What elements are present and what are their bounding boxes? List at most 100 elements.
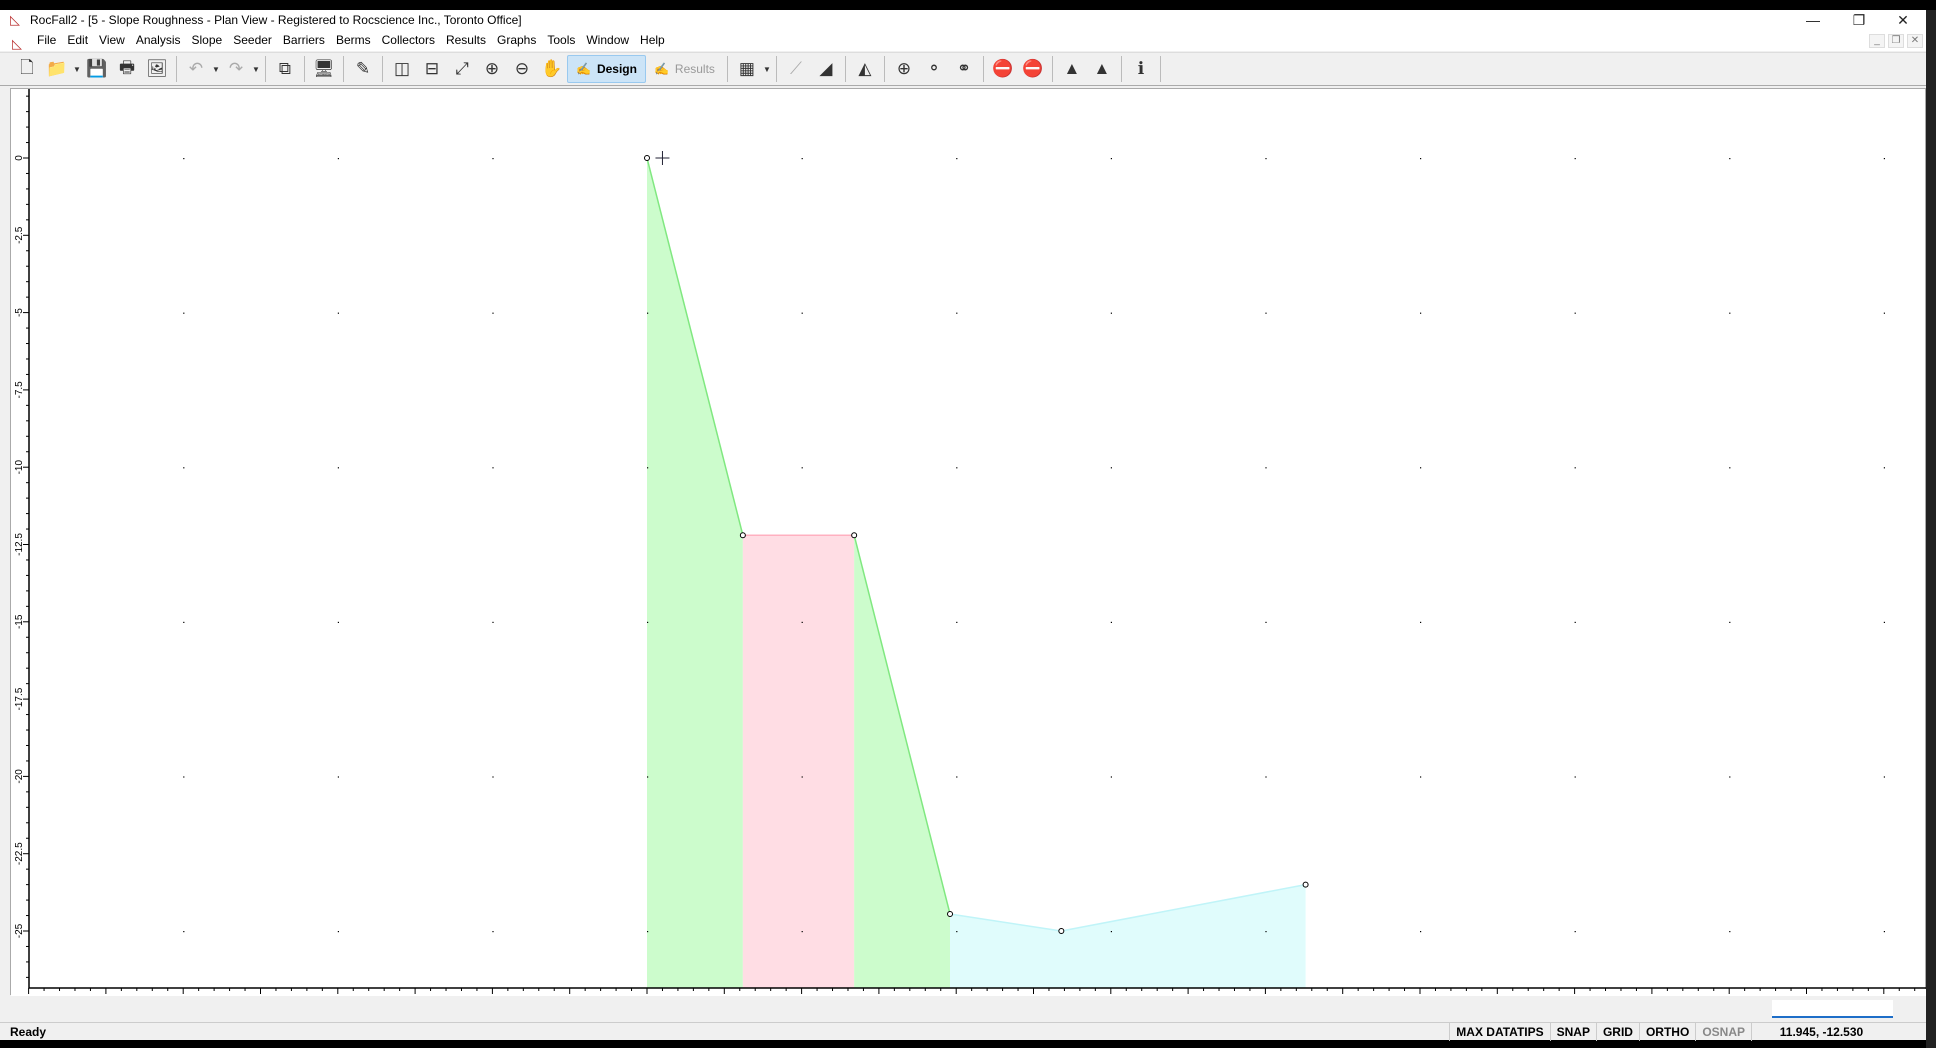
- dropdown-arrow-icon[interactable]: ▼: [72, 65, 82, 74]
- menu-view[interactable]: View: [93, 30, 130, 51]
- add-barrier-icon[interactable]: ⛔: [988, 55, 1018, 83]
- zoom-in-icon[interactable]: ⊕: [477, 55, 507, 83]
- menu-results[interactable]: Results: [440, 30, 491, 51]
- menu-slope[interactable]: Slope: [186, 30, 228, 51]
- menu-graphs[interactable]: Graphs: [491, 30, 541, 51]
- status-osnap[interactable]: OSNAP: [1695, 1023, 1751, 1041]
- slope-vertex[interactable]: [851, 532, 858, 539]
- grid-dot: [492, 931, 494, 933]
- grid-dot: [1883, 467, 1885, 469]
- add-line-seeder-icon[interactable]: ⚬: [919, 55, 949, 83]
- mode-switcher: ✍ Design ✍ Results: [567, 55, 723, 83]
- dropdown-arrow-icon[interactable]: ▼: [762, 65, 772, 74]
- edit-barrier-icon[interactable]: ⛔: [1018, 55, 1048, 83]
- toolbar-separator: [1120, 56, 1122, 82]
- menu-barriers[interactable]: Barriers: [277, 30, 330, 51]
- tile-horizontal-icon[interactable]: ⊟: [417, 55, 447, 83]
- slope-vertex[interactable]: [644, 155, 650, 161]
- menu-tools[interactable]: Tools: [541, 30, 580, 51]
- toolbar-separator: [265, 56, 266, 82]
- mdi-close-button[interactable]: ✕: [1907, 34, 1923, 48]
- menu-collectors[interactable]: Collectors: [376, 30, 440, 51]
- menu-help[interactable]: Help: [634, 30, 670, 51]
- tile-vertical-icon[interactable]: ◫: [387, 55, 417, 83]
- grid-dot: [1729, 621, 1731, 623]
- calculator-icon[interactable]: ▦: [732, 55, 762, 83]
- grid-dot: [1574, 621, 1576, 623]
- redo-icon[interactable]: ↷: [221, 55, 251, 83]
- status-max-datatips[interactable]: MAX DATATIPS: [1449, 1023, 1549, 1041]
- assign-materials-icon[interactable]: ◭: [850, 55, 880, 83]
- screen-top-band: [0, 0, 1936, 10]
- slope-vertex[interactable]: [1302, 881, 1309, 888]
- status-ortho[interactable]: ORTHO: [1638, 1023, 1695, 1041]
- add-point-seeder-icon[interactable]: ⊕: [889, 55, 919, 83]
- menu-file[interactable]: File: [31, 30, 61, 51]
- menu-seeder[interactable]: Seeder: [227, 30, 277, 51]
- dropdown-arrow-icon[interactable]: ▼: [211, 65, 221, 74]
- design-mode-button[interactable]: ✍ Design: [567, 55, 646, 83]
- grid-dot: [1883, 776, 1885, 778]
- results-mode-button[interactable]: ✍ Results: [646, 55, 723, 83]
- grid-dot: [183, 931, 185, 933]
- copy-icon[interactable]: ⧉: [270, 55, 300, 83]
- grid-dot: [1729, 467, 1731, 469]
- status-grid[interactable]: GRID: [1595, 1023, 1639, 1041]
- screen-edge: [1926, 10, 1936, 1048]
- y-tick-label: -22.5: [14, 842, 25, 865]
- add-multiple-seeders-icon[interactable]: ⚭: [949, 55, 979, 83]
- menu-edit[interactable]: Edit: [61, 30, 93, 51]
- pan-icon[interactable]: ✋: [537, 55, 567, 83]
- open-folder-icon[interactable]: 📁: [42, 55, 72, 83]
- print-icon[interactable]: 🖶: [112, 55, 142, 83]
- grid-dot: [183, 467, 185, 469]
- toolbar-separator: [982, 56, 984, 82]
- export-image-icon[interactable]: 🖼: [142, 55, 172, 83]
- grid-dot: [1729, 776, 1731, 778]
- save-icon[interactable]: 💾: [82, 55, 112, 83]
- plan-view-plot[interactable]: -17.5-15-12.5-10-7.5-5-2.502.557.51012.5…: [11, 89, 1927, 996]
- mdi-restore-button[interactable]: ❐: [1888, 34, 1904, 48]
- edit-tool-icon[interactable]: ✎: [348, 55, 378, 83]
- mdi-minimize-button[interactable]: _: [1869, 34, 1885, 48]
- status-snap[interactable]: SNAP: [1549, 1023, 1596, 1041]
- zoom-out-icon[interactable]: ⊖: [507, 55, 537, 83]
- horizontal-scrollbar[interactable]: [1772, 1000, 1893, 1018]
- grid-dot: [1729, 158, 1731, 160]
- grid-dot: [337, 312, 339, 314]
- grid-dot: [183, 621, 185, 623]
- menu-berms[interactable]: Berms: [330, 30, 376, 51]
- slope-vertex[interactable]: [947, 910, 954, 917]
- grid-dot: [1265, 158, 1267, 160]
- grid-dot: [1265, 467, 1267, 469]
- title-bar: ◺ RocFall2 - [5 - Slope Roughness - Plan…: [0, 10, 1926, 30]
- grid-dot: [801, 931, 803, 933]
- drawing-canvas[interactable]: -17.5-15-12.5-10-7.5-5-2.502.557.51012.5…: [10, 88, 1927, 996]
- crosshair-cursor-icon: [655, 151, 670, 165]
- edit-slope-icon[interactable]: ◢: [811, 55, 841, 83]
- y-tick-label: -15: [14, 614, 25, 629]
- add-berm-icon[interactable]: ▲: [1057, 55, 1087, 83]
- restore-button[interactable]: ❐: [1836, 10, 1882, 30]
- display-options-icon[interactable]: 🖥: [309, 55, 339, 83]
- toolbar-separator: [343, 56, 344, 82]
- minimize-button[interactable]: —: [1790, 10, 1836, 30]
- toolbar-separator: [883, 56, 885, 82]
- zoom-all-icon[interactable]: ⤢: [447, 55, 477, 83]
- new-file-icon[interactable]: 🗋: [12, 55, 42, 83]
- add-collector-icon[interactable]: ℹ: [1126, 55, 1156, 83]
- undo-icon[interactable]: ↶: [181, 55, 211, 83]
- grid-dot: [1883, 312, 1885, 314]
- y-tick-label: -25: [14, 923, 25, 938]
- grid-dot: [337, 931, 339, 933]
- add-slope-icon[interactable]: ⟋: [781, 55, 811, 83]
- slope-vertex[interactable]: [739, 532, 746, 539]
- close-button[interactable]: ✕: [1880, 10, 1926, 30]
- grid-dot: [801, 158, 803, 160]
- slope-vertex[interactable]: [1058, 928, 1065, 934]
- edit-berm-icon[interactable]: ▲: [1087, 55, 1117, 83]
- grid-dot: [1110, 312, 1112, 314]
- dropdown-arrow-icon[interactable]: ▼: [251, 65, 261, 74]
- menu-window[interactable]: Window: [580, 30, 634, 51]
- menu-analysis[interactable]: Analysis: [130, 30, 186, 51]
